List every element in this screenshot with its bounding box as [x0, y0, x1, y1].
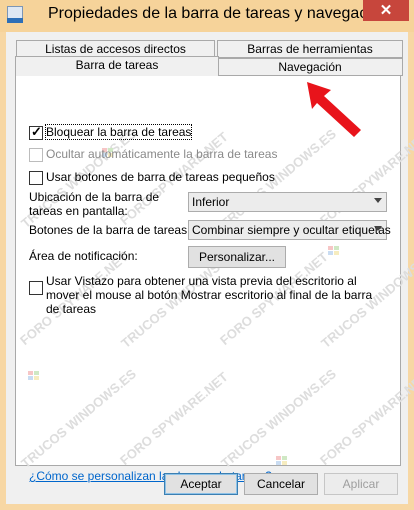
peek-label: Usar Vistazo para obtener una vista prev…	[46, 274, 373, 316]
chevron-down-icon	[374, 226, 382, 231]
taskbar-buttons-label: Botones de la barra de tareas:	[29, 223, 191, 237]
tab-navigation[interactable]: Navegación	[217, 58, 403, 76]
peek-checkbox[interactable]	[29, 281, 43, 295]
apply-button[interactable]: Aplicar	[324, 473, 398, 495]
watermark-text: TRUCOS WINDOWS.ES	[218, 366, 340, 471]
notification-area-label: Área de notificación:	[29, 249, 138, 263]
close-button[interactable]: ✕	[363, 0, 409, 21]
ok-button[interactable]: Aceptar	[164, 473, 238, 495]
chevron-down-icon	[374, 198, 382, 203]
small-buttons-checkbox[interactable]	[29, 171, 43, 185]
tab-toolbars[interactable]: Barras de herramientas	[217, 40, 403, 58]
title-bar[interactable]: Propiedades de la barra de tareas y nave…	[0, 0, 414, 32]
auto-hide-label: Ocultar automáticamente la barra de tare…	[46, 147, 278, 161]
cancel-button[interactable]: Cancelar	[244, 473, 318, 495]
watermark-windows-logo-icon	[28, 371, 40, 381]
taskbar-buttons-value: Combinar siempre y ocultar etiquetas	[192, 223, 391, 237]
window-title: Propiedades de la barra de tareas y nave…	[48, 5, 389, 22]
watermark-text: FORO SPYWARE.NET	[117, 369, 231, 468]
location-select[interactable]: Inferior	[188, 192, 387, 212]
lock-taskbar-label: Bloquear la barra de tareas	[44, 124, 193, 140]
taskbar-buttons-select[interactable]: Combinar siempre y ocultar etiquetas	[188, 220, 391, 240]
watermark-windows-logo-icon	[276, 456, 288, 466]
customize-button[interactable]: Personalizar...	[188, 246, 286, 268]
watermark-text: FORO SPYWARE.NET	[317, 369, 414, 468]
taskbar-properties-icon	[7, 6, 23, 24]
small-buttons-label: Usar botones de barra de tareas pequeños	[46, 170, 275, 184]
check-mark-icon: ✓	[31, 124, 42, 139]
watermark-windows-logo-icon	[328, 246, 340, 256]
tab-taskbar[interactable]: Barra de tareas	[15, 56, 219, 76]
red-arrow-icon	[307, 82, 361, 137]
location-value: Inferior	[192, 195, 230, 209]
watermark-text: TRUCOS WINDOWS.ES	[18, 366, 140, 471]
lock-taskbar-checkbox[interactable]: ✓	[29, 124, 43, 140]
location-label: Ubicación de la barra de tareas en panta…	[29, 190, 160, 218]
watermark-text: FORO SPYWARE.NET	[317, 129, 414, 228]
auto-hide-checkbox[interactable]	[29, 148, 43, 162]
